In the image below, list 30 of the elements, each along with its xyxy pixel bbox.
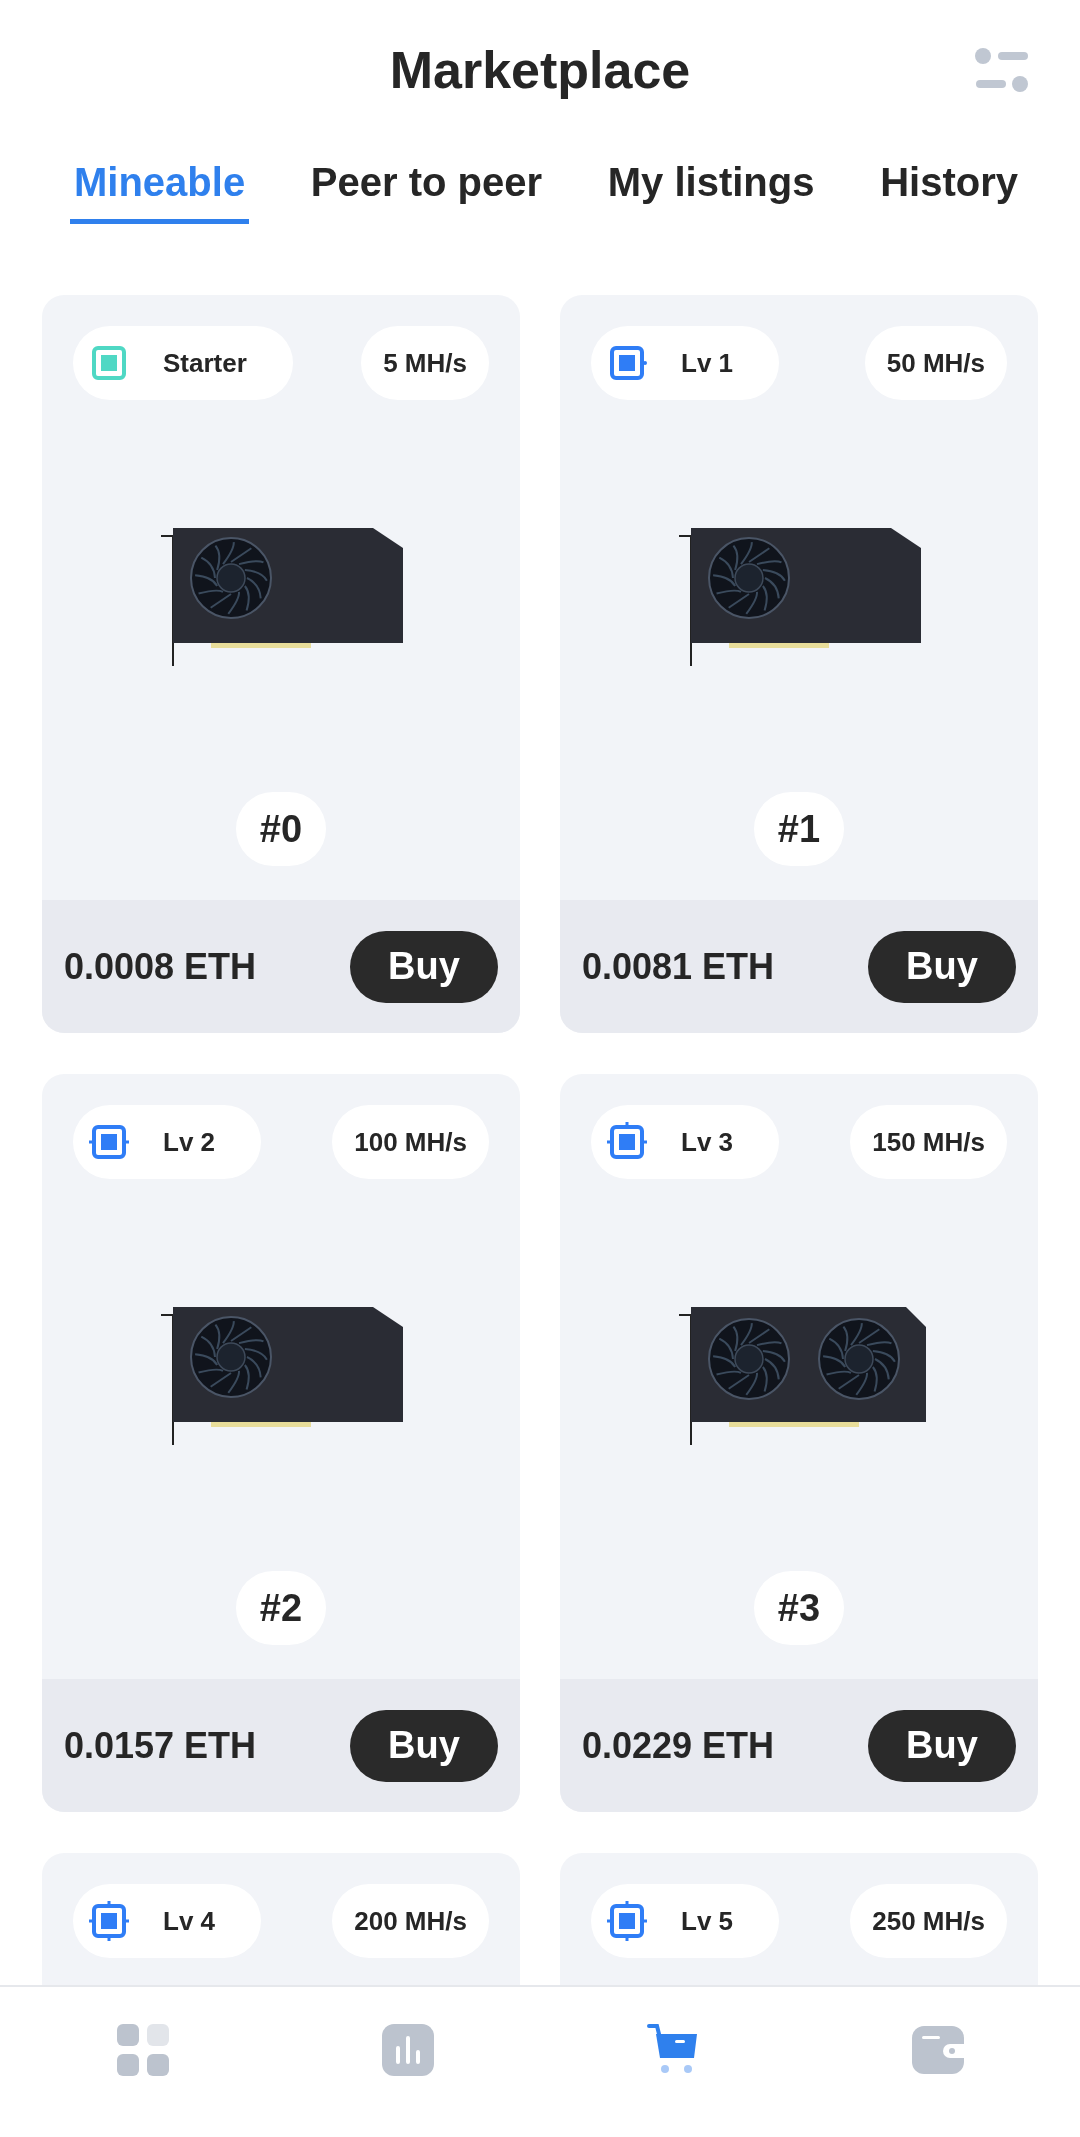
price-label: 0.0229 ETH bbox=[582, 1724, 775, 1767]
price-label: 0.0008 ETH bbox=[64, 945, 257, 988]
buy-button[interactable]: Buy bbox=[350, 1709, 498, 1782]
level-label: Lv 5 bbox=[681, 1905, 734, 1937]
tab[interactable]: My listings bbox=[603, 160, 819, 224]
buy-button[interactable]: Buy bbox=[868, 930, 1016, 1003]
price-label: 0.0157 ETH bbox=[64, 1724, 257, 1767]
price-label: 0.0081 ETH bbox=[582, 945, 775, 988]
item-number: #3 bbox=[753, 1571, 845, 1645]
hashrate-label: 150 MH/s bbox=[850, 1105, 1007, 1179]
hashrate-label: 50 MH/s bbox=[864, 326, 1007, 400]
level-label: Lv 1 bbox=[681, 347, 734, 379]
tab[interactable]: Mineable bbox=[70, 160, 250, 224]
hashrate-label: 250 MH/s bbox=[850, 1884, 1007, 1958]
buy-button[interactable]: Buy bbox=[868, 1709, 1016, 1782]
buy-button[interactable]: Buy bbox=[350, 930, 498, 1003]
hashrate-label: 100 MH/s bbox=[332, 1105, 489, 1179]
hashrate-label: 200 MH/s bbox=[332, 1884, 489, 1958]
tab[interactable]: History bbox=[876, 160, 1022, 224]
filter-icon[interactable] bbox=[974, 46, 1030, 94]
page-title: Marketplace bbox=[389, 40, 691, 100]
item-number: #2 bbox=[235, 1571, 327, 1645]
level-label: Lv 2 bbox=[163, 1126, 216, 1158]
tab[interactable]: Peer to peer bbox=[306, 160, 547, 224]
level-label: Lv 4 bbox=[163, 1905, 216, 1937]
item-number: #0 bbox=[235, 792, 327, 866]
item-number: #1 bbox=[753, 792, 845, 866]
level-label: Starter bbox=[163, 347, 247, 379]
level-label: Lv 3 bbox=[681, 1126, 734, 1158]
hashrate-label: 5 MH/s bbox=[361, 326, 489, 400]
